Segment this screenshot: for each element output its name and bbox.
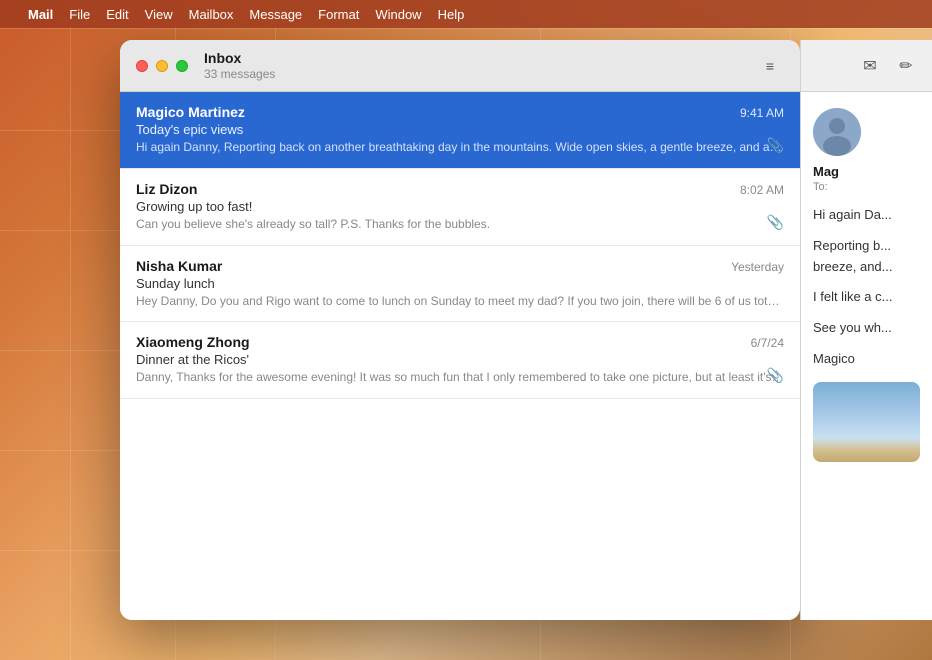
detail-to-line: To: — [813, 181, 920, 193]
message-time: 8:02 AM — [740, 183, 784, 197]
menubar-item-mail[interactable]: Mail — [20, 5, 61, 24]
message-item[interactable]: Magico Martinez 9:41 AM Today's epic vie… — [120, 92, 800, 169]
menubar-item-mailbox[interactable]: Mailbox — [181, 5, 242, 24]
menubar-item-edit[interactable]: Edit — [98, 5, 136, 24]
detail-photo — [813, 382, 920, 462]
message-header: Liz Dizon 8:02 AM — [136, 181, 784, 197]
detail-content: Mag To: Hi again Da... Reporting b...bre… — [801, 92, 932, 620]
message-time: 9:41 AM — [740, 106, 784, 120]
message-subject: Dinner at the Ricos' — [136, 352, 784, 367]
menubar-item-view[interactable]: View — [137, 5, 181, 24]
message-header: Nisha Kumar Yesterday — [136, 258, 784, 274]
traffic-lights — [136, 60, 188, 72]
window-title: Inbox — [204, 50, 756, 67]
message-header: Magico Martinez 9:41 AM — [136, 104, 784, 120]
attachment-icon: 📎 — [767, 214, 784, 231]
close-button[interactable] — [136, 60, 148, 72]
menubar: Mail File Edit View Mailbox Message Form… — [0, 0, 932, 28]
message-list[interactable]: Magico Martinez 9:41 AM Today's epic vie… — [120, 92, 800, 620]
message-time: Yesterday — [731, 260, 784, 274]
message-item[interactable]: Xiaomeng Zhong 6/7/24 Dinner at the Rico… — [120, 322, 800, 399]
menubar-item-help[interactable]: Help — [430, 5, 473, 24]
message-subject: Today's epic views — [136, 122, 784, 137]
sender-name: Xiaomeng Zhong — [136, 334, 250, 350]
minimize-button[interactable] — [156, 60, 168, 72]
attachment-icon: 📎 — [767, 137, 784, 154]
title-bar-actions: ≡ — [756, 52, 784, 80]
window-title-info: Inbox 33 messages — [204, 50, 756, 81]
background-horizontal-line — [0, 28, 932, 29]
sender-avatar — [813, 108, 861, 156]
detail-toolbar: ✉ ✏ — [801, 40, 932, 92]
message-subject: Sunday lunch — [136, 276, 784, 291]
compose-button[interactable]: ✏ — [892, 52, 920, 80]
message-preview: Can you believe she's already so tall? P… — [136, 216, 784, 233]
sender-name: Nisha Kumar — [136, 258, 222, 274]
menubar-item-file[interactable]: File — [61, 5, 98, 24]
sender-name: Liz Dizon — [136, 181, 197, 197]
title-bar: Inbox 33 messages ≡ — [120, 40, 800, 92]
menubar-item-window[interactable]: Window — [367, 5, 429, 24]
message-subject: Growing up too fast! — [136, 199, 784, 214]
detail-sender-name: Mag — [813, 164, 920, 179]
message-item[interactable]: Nisha Kumar Yesterday Sunday lunch Hey D… — [120, 246, 800, 323]
message-preview: Danny, Thanks for the awesome evening! I… — [136, 369, 784, 386]
reply-button[interactable]: ✉ — [856, 52, 884, 80]
attachment-icon: 📎 — [767, 367, 784, 384]
message-preview: Hey Danny, Do you and Rigo want to come … — [136, 293, 784, 310]
background-vertical-line — [70, 0, 71, 660]
message-count: 33 messages — [204, 67, 756, 81]
menubar-item-format[interactable]: Format — [310, 5, 367, 24]
filter-button[interactable]: ≡ — [756, 52, 784, 80]
detail-body: Hi again Da... Reporting b...breeze, and… — [813, 205, 920, 370]
message-time: 6/7/24 — [751, 336, 784, 350]
message-header: Xiaomeng Zhong 6/7/24 — [136, 334, 784, 350]
sender-name: Magico Martinez — [136, 104, 245, 120]
detail-panel: ✉ ✏ Mag To: Hi again Da... Reporting b..… — [800, 40, 932, 620]
menubar-item-message[interactable]: Message — [241, 5, 310, 24]
mail-window: Inbox 33 messages ≡ Magico Martinez 9:41… — [120, 40, 800, 620]
message-item[interactable]: Liz Dizon 8:02 AM Growing up too fast! C… — [120, 169, 800, 246]
message-preview: Hi again Danny, Reporting back on anothe… — [136, 139, 784, 156]
maximize-button[interactable] — [176, 60, 188, 72]
